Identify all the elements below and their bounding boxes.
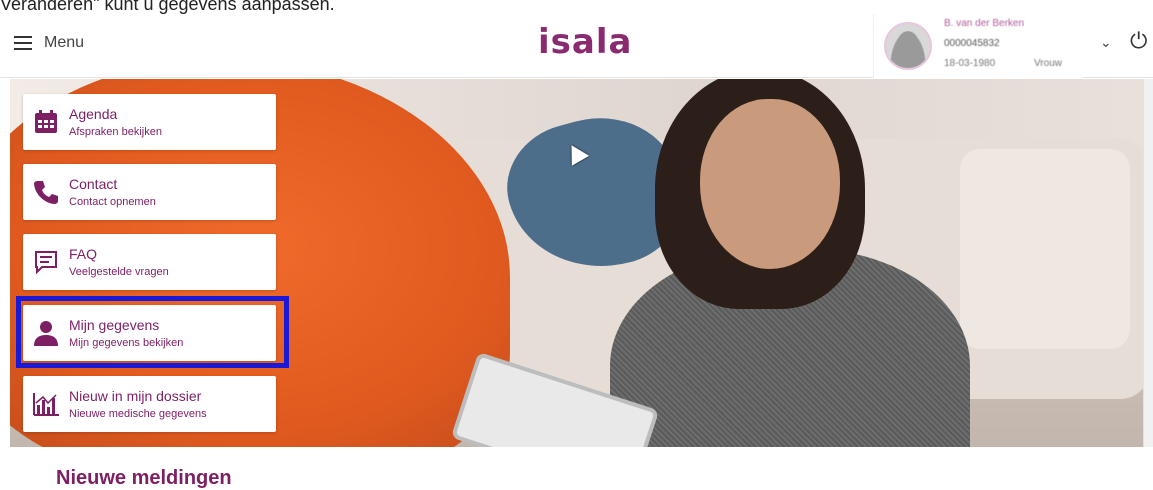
chat-icon	[23, 234, 69, 290]
user-profile-card[interactable]: B. van der Berken 0000045832 18-03-1980 …	[873, 14, 1083, 78]
instruction-caption: Veranderen" kunt u gegevens aanpassen.	[0, 0, 335, 14]
user-gender: Vrouw	[1034, 58, 1062, 69]
avatar	[884, 22, 932, 70]
chevron-down-icon[interactable]: ⌄	[1100, 34, 1112, 51]
user-birthdate: 18-03-1980	[944, 58, 996, 69]
tile-subtitle: Contact opnemen	[69, 196, 156, 208]
power-icon[interactable]: ⏻	[1130, 28, 1147, 54]
tile-contact[interactable]: Contact Contact opnemen	[23, 164, 276, 220]
user-patient-number: 0000045832	[944, 38, 1000, 49]
user-name: B. van der Berken	[944, 18, 1025, 29]
menu-button[interactable]: Menu	[14, 34, 84, 52]
tile-subtitle: Nieuwe medische gegevens	[69, 408, 207, 420]
calendar-icon	[23, 94, 69, 150]
chart-icon	[23, 376, 69, 432]
tile-title: Agenda	[69, 106, 118, 122]
app-header: Menu isala B. van der Berken 0000045832 …	[0, 14, 1153, 78]
tile-agenda[interactable]: Agenda Afspraken bekijken	[23, 94, 276, 150]
tile-subtitle: Veelgestelde vragen	[69, 266, 169, 278]
phone-icon	[23, 164, 69, 220]
tile-title: Nieuw in mijn dossier	[69, 388, 202, 404]
tile-subtitle: Afspraken bekijken	[69, 126, 162, 138]
hamburger-icon	[14, 36, 32, 50]
isala-logo[interactable]: isala	[538, 22, 632, 62]
highlight-frame	[16, 296, 289, 368]
scrollbar[interactable]	[1143, 79, 1153, 447]
tile-nieuw-in-dossier[interactable]: Nieuw in mijn dossier Nieuwe medische ge…	[23, 376, 276, 432]
tile-title: FAQ	[69, 246, 98, 262]
tile-faq[interactable]: FAQ Veelgestelde vragen	[23, 234, 276, 290]
menu-label: Menu	[44, 34, 85, 51]
section-title-nieuwe-meldingen: Nieuwe meldingen	[56, 467, 232, 489]
tile-title: Contact	[69, 176, 118, 192]
